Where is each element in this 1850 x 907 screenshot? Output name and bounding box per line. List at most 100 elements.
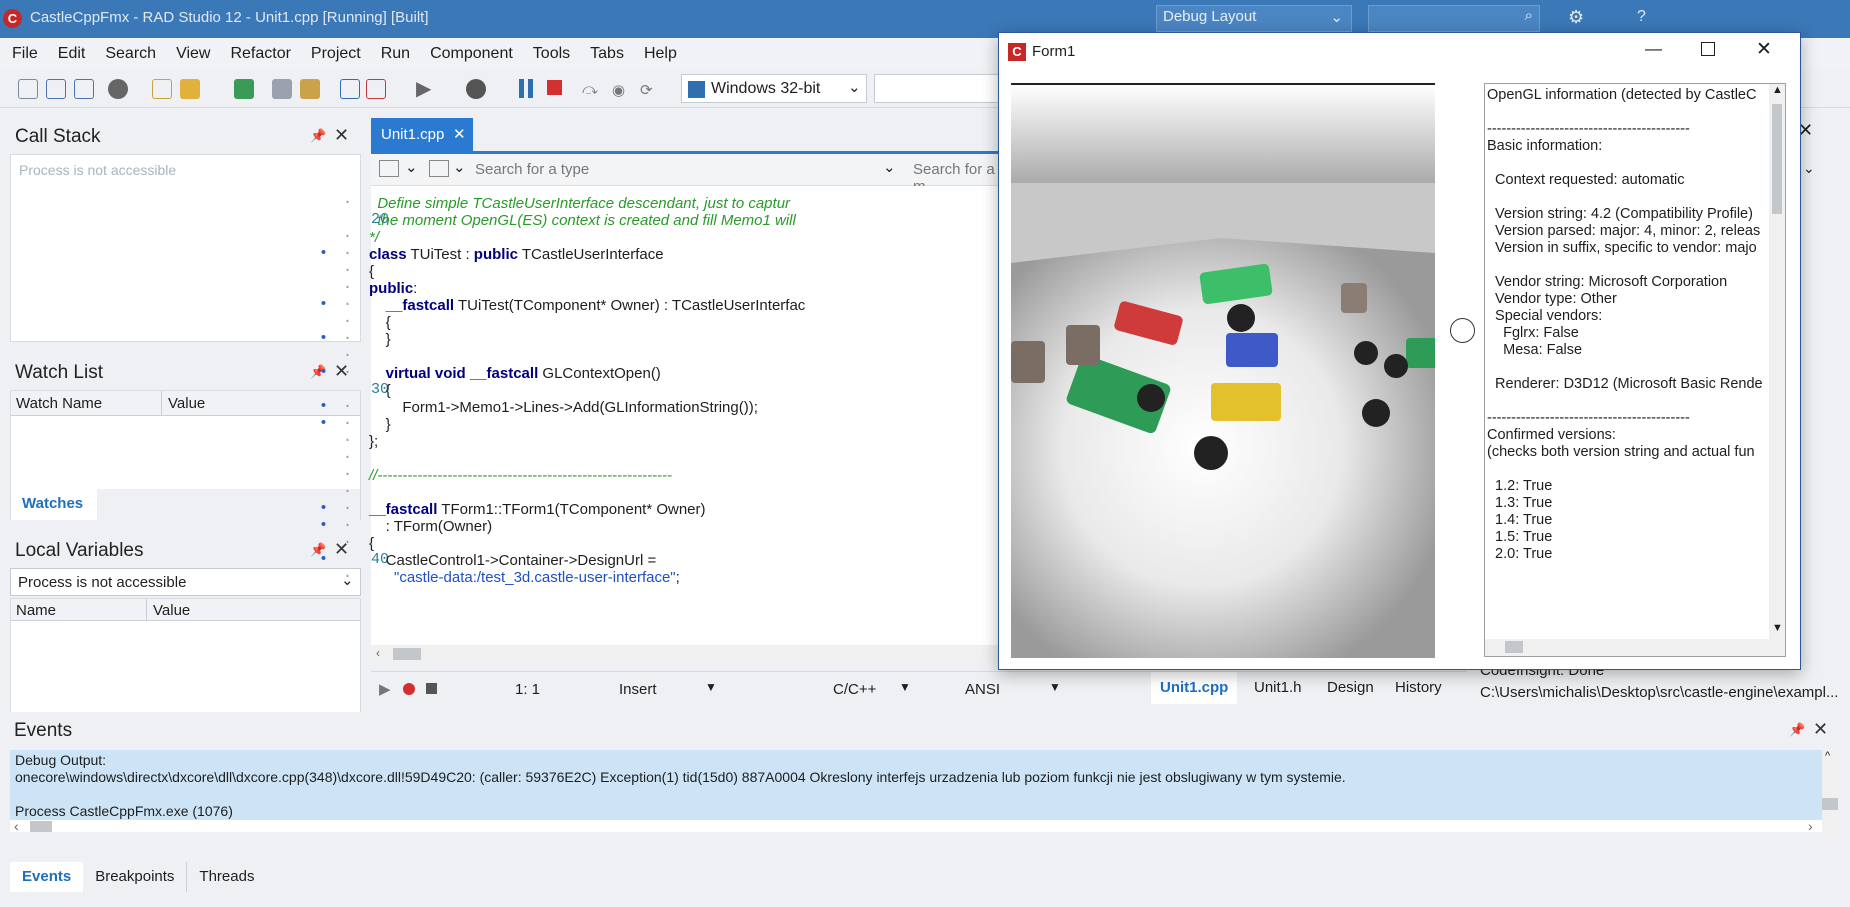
pause-icon[interactable] (519, 79, 524, 98)
menu-file[interactable]: File (0, 38, 46, 63)
close-icon[interactable]: ✕ (334, 125, 349, 146)
stop-icon[interactable] (426, 683, 437, 694)
type-search-input[interactable]: Search for a type (475, 161, 589, 178)
tab-design[interactable]: Design (1327, 679, 1374, 696)
add-file-icon[interactable] (340, 79, 360, 99)
windows-icon[interactable] (46, 79, 66, 99)
mode-dropdown-icon[interactable]: ▼ (705, 680, 717, 694)
memo-vscrollbar[interactable]: ▲ ▼ (1769, 84, 1785, 639)
pin-icon[interactable]: 📌 (310, 128, 326, 144)
chevron-down-icon[interactable]: ⌄ (883, 158, 896, 176)
new-file-icon[interactable] (152, 79, 172, 99)
tab-unit1-h[interactable]: Unit1.h (1254, 679, 1302, 696)
language-dropdown-icon[interactable]: ▼ (899, 680, 911, 694)
scroll-thumb[interactable] (1822, 798, 1838, 810)
close-icon[interactable]: ✕ (1756, 38, 1772, 61)
maximize-icon[interactable] (1701, 42, 1715, 56)
menu-search[interactable]: Search (93, 38, 164, 63)
chevron-up-icon[interactable]: ^ (1825, 750, 1830, 762)
tab-threads[interactable]: Threads (187, 862, 266, 892)
pin-icon[interactable]: 📌 (1789, 722, 1805, 738)
structure-icon[interactable] (379, 160, 399, 177)
chevron-down-icon[interactable]: ⌄ (1803, 160, 1815, 177)
column-header[interactable]: Name (16, 602, 56, 619)
trace-into-icon[interactable]: ◉ (612, 81, 625, 99)
column-header[interactable]: Value (168, 395, 205, 412)
scroll-thumb[interactable] (1772, 104, 1782, 214)
ide-search-input[interactable]: ⌕ (1368, 5, 1540, 32)
memo-line: Mesa: False (1487, 342, 1583, 358)
save-all-icon[interactable] (272, 79, 292, 99)
column-header[interactable]: Value (153, 602, 190, 619)
memo-hscrollbar[interactable] (1485, 639, 1785, 656)
record-icon[interactable] (403, 683, 415, 695)
menu-run[interactable]: Run (369, 38, 418, 63)
layout-combo[interactable]: Debug Layout ⌄ (1156, 5, 1352, 32)
menu-tabs[interactable]: Tabs (578, 38, 632, 63)
chevron-left-icon[interactable]: ‹ (376, 646, 380, 660)
play-icon[interactable]: ▶ (379, 680, 391, 698)
globe-icon[interactable] (108, 79, 128, 99)
watch-list-header: Watch Name Value (11, 391, 360, 416)
remove-file-icon[interactable] (366, 79, 386, 99)
chevron-down-icon[interactable]: ▼ (1772, 622, 1783, 634)
memo-line: Renderer: D3D12 (Microsoft Basic Rende (1487, 376, 1763, 392)
castle-3d-viewport[interactable] (1011, 83, 1435, 658)
open-project-icon[interactable] (300, 79, 320, 99)
code-token: "castle-data:/test_3d.castle-user-interf… (394, 569, 676, 586)
tab-history[interactable]: History (1395, 679, 1442, 696)
menu-help[interactable]: Help (632, 38, 685, 63)
step-over-icon[interactable]: ⤼ (582, 81, 598, 98)
menu-view[interactable]: View (164, 38, 218, 63)
local-variables-combo[interactable]: Process is not accessible ⌄ (10, 568, 361, 596)
code-token: virtual void __fastcall (385, 365, 539, 382)
splitter-handle-icon[interactable] (1450, 318, 1475, 343)
tab-watches[interactable]: Watches (11, 489, 97, 520)
scroll-thumb[interactable] (393, 648, 421, 660)
code-editor[interactable]: · Define simple TCastleUserInterface des… (319, 186, 1001, 645)
watch-list-grid[interactable]: Watch Name Value Watches (10, 390, 361, 520)
menu-refactor[interactable]: Refactor (218, 38, 298, 63)
events-vscrollbar[interactable]: ^ (1822, 750, 1838, 842)
code-token: }; (369, 433, 379, 450)
open-folder-icon[interactable] (180, 79, 200, 99)
stop-icon[interactable] (547, 80, 562, 95)
close-icon[interactable]: ✕ (1813, 719, 1828, 740)
chevron-right-icon[interactable]: › (1808, 818, 1813, 834)
run-without-debug-icon[interactable] (466, 79, 486, 99)
chevron-up-icon[interactable]: ▲ (1772, 84, 1783, 96)
help-icon[interactable]: ? (1637, 8, 1646, 26)
scroll-thumb[interactable] (1505, 641, 1523, 653)
column-header[interactable]: Watch Name (16, 395, 102, 412)
code-token: public (473, 246, 518, 263)
menu-tools[interactable]: Tools (521, 38, 578, 63)
gear-icon[interactable]: ⚙ (1568, 7, 1584, 28)
minimize-icon[interactable]: — (1645, 39, 1662, 59)
hierarchy-icon[interactable] (74, 79, 94, 99)
chevron-down-icon[interactable]: ⌄ (405, 158, 418, 176)
events-log[interactable]: Debug Output: onecore\windows\directx\dxc… (10, 750, 1822, 834)
chevron-left-icon[interactable]: ‹ (14, 818, 19, 834)
platform-combo[interactable]: Windows 32-bit ⌄ (681, 74, 867, 103)
gl-info-memo[interactable]: OpenGL information (detected by CastleC -… (1484, 83, 1786, 657)
run-to-cursor-icon[interactable]: ⟳ (640, 81, 653, 99)
print-icon[interactable] (429, 160, 449, 177)
call-stack-list[interactable]: Process is not accessible (10, 154, 361, 342)
tab-unit1-cpp[interactable]: Unit1.cpp ✕ (371, 118, 473, 151)
run-icon[interactable]: ▶ (416, 76, 431, 101)
save-icon[interactable] (234, 79, 254, 99)
chevron-down-icon[interactable]: ⌄ (453, 158, 466, 176)
tab-unit1-cpp[interactable]: Unit1.cpp (1151, 672, 1237, 704)
tab-breakpoints[interactable]: Breakpoints (83, 862, 188, 892)
editor-hscrollbar[interactable]: ‹ (371, 645, 1001, 663)
configuration-combo[interactable] (874, 74, 1000, 103)
close-icon[interactable]: ✕ (453, 125, 466, 143)
menu-project[interactable]: Project (299, 38, 369, 63)
encoding-dropdown-icon[interactable]: ▼ (1049, 680, 1061, 694)
scroll-thumb[interactable] (30, 821, 52, 832)
menu-component[interactable]: Component (418, 38, 521, 63)
menu-edit[interactable]: Edit (46, 38, 94, 63)
tab-events[interactable]: Events (10, 862, 84, 892)
new-items-icon[interactable] (18, 79, 38, 99)
